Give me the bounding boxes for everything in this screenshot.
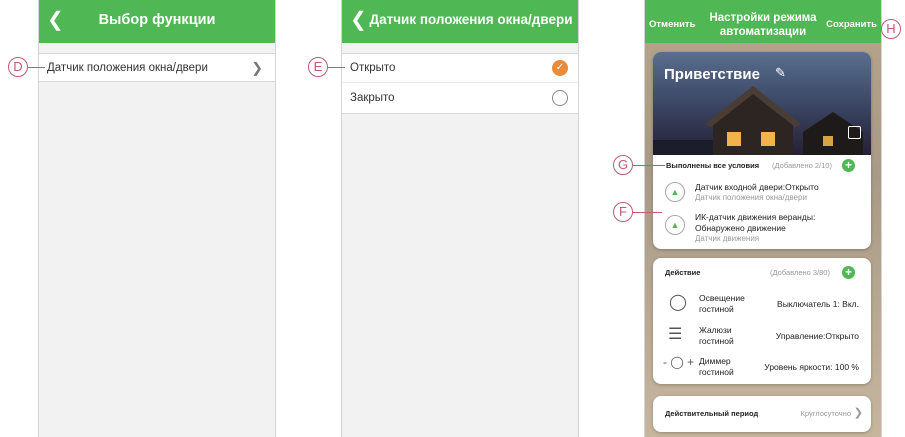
add-condition-button[interactable]: +: [842, 159, 855, 172]
automation-settings-screen: Отменить Настройки режима автоматизации …: [644, 0, 882, 437]
dimmer-bulb-icon: - ◯ +: [663, 355, 695, 369]
chevron-right-icon: ❯: [251, 59, 263, 75]
condition-subtitle: Датчик положения окна/двери: [695, 193, 807, 202]
function-item-window-door-sensor[interactable]: Датчик положения окна/двери ❯: [39, 53, 275, 82]
light-bulb-icon: ◯: [669, 294, 687, 311]
callout-e: E: [308, 57, 328, 77]
add-action-button[interactable]: +: [842, 266, 855, 279]
condition-subtitle: Датчик движения: [695, 234, 760, 243]
function-select-screen: ❮ Выбор функции Датчик положения окна/дв…: [38, 0, 276, 437]
header-bar: ❮ Выбор функции: [39, 0, 275, 43]
callout-h: H: [881, 19, 901, 39]
page-title: Датчик положения окна/двери: [369, 12, 573, 27]
actions-card: Действие (Добавлено 3/80) + ◯ Освещение …: [653, 258, 871, 384]
action-device-name-line2: гостиной: [699, 367, 734, 377]
condition-title[interactable]: Датчик входной двери:Открыто: [695, 182, 819, 192]
option-label: Закрыто: [350, 92, 395, 104]
callout-line-f: [632, 212, 662, 213]
condition-title-line1[interactable]: ИК-датчик движения веранды:: [695, 212, 815, 222]
option-closed[interactable]: Закрыто: [342, 82, 578, 114]
conditions-title: Выполнены все условия: [666, 161, 760, 170]
option-label: Открыто: [350, 62, 396, 74]
action-device-name-line1: Освещение: [699, 293, 745, 303]
callout-line-e: [327, 67, 345, 68]
actions-count: (Добавлено 3/80): [770, 268, 830, 277]
action-device-name-line1: Диммер: [699, 356, 731, 366]
function-item-label: Датчик положения окна/двери: [47, 61, 208, 74]
change-image-icon[interactable]: [848, 126, 861, 139]
valid-period-card[interactable]: Действительный период Круглосуточно ❯: [653, 396, 871, 432]
save-button[interactable]: Сохранить: [826, 19, 877, 30]
blinds-icon: ☰: [668, 326, 683, 343]
action-device-name-line2: гостиной: [699, 304, 734, 314]
conditions-count: (Добавлено 2/10): [772, 161, 832, 170]
action-value[interactable]: Выключатель 1: Вкл.: [777, 299, 859, 309]
sensor-state-screen: ❮ Датчик положения окна/двери Открыто ✓ …: [341, 0, 579, 437]
option-open[interactable]: Открыто ✓: [342, 53, 578, 82]
door-sensor-icon: ▲: [665, 182, 685, 202]
callout-line-g: [632, 165, 665, 166]
radio-unchecked-icon[interactable]: [552, 90, 568, 106]
action-device-name-line2: гостиной: [699, 336, 734, 346]
edit-pencil-icon[interactable]: ✎: [775, 65, 786, 81]
page-title: Выбор функции: [98, 12, 216, 28]
chevron-right-icon: ❯: [853, 407, 863, 419]
scene-name: Приветствие: [664, 66, 760, 83]
header-bar: ❮ Датчик положения окна/двери: [342, 0, 578, 43]
actions-title: Действие: [665, 268, 701, 277]
action-value[interactable]: Уровень яркости: 100 %: [764, 362, 859, 372]
action-device-name-line1: Жалюзи: [699, 325, 732, 335]
valid-period-label: Действительный период: [665, 409, 759, 418]
action-value[interactable]: Управление:Открыто: [776, 331, 859, 341]
callout-f: F: [613, 202, 633, 222]
motion-sensor-icon: ▲: [665, 215, 685, 235]
radio-checked-icon[interactable]: ✓: [552, 60, 568, 76]
callout-line-d: [27, 67, 45, 68]
header-bar: Отменить Настройки режима автоматизации …: [645, 0, 881, 43]
callout-g: G: [613, 155, 633, 175]
scene-hero-image: Приветствие ✎: [653, 52, 871, 155]
callout-d: D: [8, 57, 28, 77]
valid-period-value: Круглосуточно: [800, 409, 852, 418]
condition-title-line2: Обнаружено движение: [695, 223, 786, 233]
